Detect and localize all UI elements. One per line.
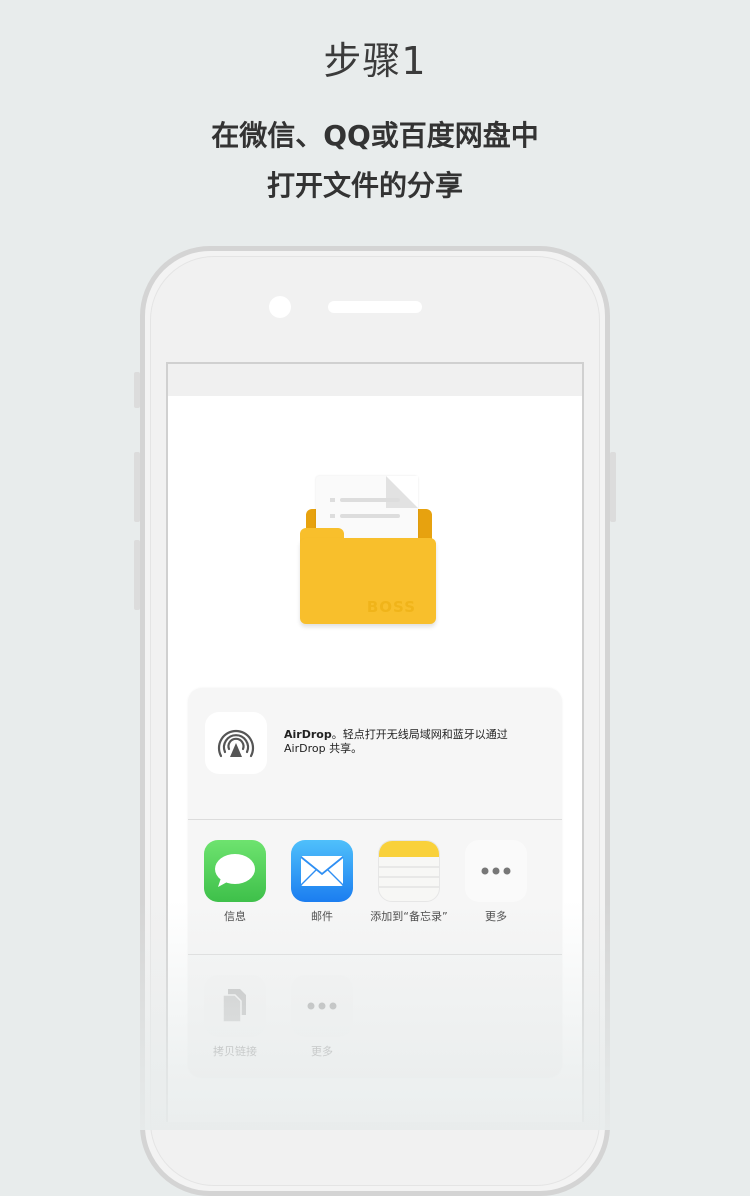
- action-copy-link[interactable]: 拷贝链接: [195, 975, 275, 1058]
- app-label: 更多: [485, 910, 507, 923]
- airdrop-icon[interactable]: [205, 712, 267, 774]
- action-label: 更多: [311, 1045, 333, 1058]
- app-label: 信息: [224, 910, 246, 923]
- action-label: 拷贝链接: [213, 1045, 257, 1058]
- instruction-line-1: 在微信、QQ或百度网盘中: [211, 119, 539, 152]
- more-icon[interactable]: [465, 840, 527, 902]
- app-label: 邮件: [311, 910, 333, 923]
- more-icon[interactable]: [291, 975, 353, 1037]
- volume-down-button: [134, 540, 140, 610]
- app-label: 添加到“备忘录”: [370, 910, 448, 923]
- share-sheet: AirDrop。轻点打开无线局域网和蓝牙以通过 AirDrop 共享。 信息 邮…: [188, 688, 562, 1078]
- copy-icon[interactable]: [204, 975, 266, 1037]
- share-apps-row: 信息 邮件 添加到“备忘录” 更多: [188, 820, 562, 955]
- airdrop-title: AirDrop: [284, 728, 332, 741]
- folder-with-document-icon: BOSS: [298, 476, 438, 624]
- status-bar: [168, 364, 582, 396]
- airdrop-row[interactable]: AirDrop。轻点打开无线局域网和蓝牙以通过 AirDrop 共享。: [188, 688, 562, 820]
- notes-icon[interactable]: [378, 840, 440, 902]
- share-app-messages[interactable]: 信息: [195, 840, 275, 923]
- share-app-notes[interactable]: 添加到“备忘录”: [369, 840, 449, 923]
- airdrop-description: AirDrop。轻点打开无线局域网和蓝牙以通过 AirDrop 共享。: [284, 728, 544, 756]
- front-camera: [269, 296, 291, 318]
- power-button: [610, 452, 616, 522]
- messages-icon[interactable]: [204, 840, 266, 902]
- share-actions-row: 拷贝链接 更多: [188, 955, 562, 1078]
- share-app-mail[interactable]: 邮件: [282, 840, 362, 923]
- action-more[interactable]: 更多: [282, 975, 362, 1058]
- mute-switch: [134, 372, 140, 408]
- folder-front: BOSS: [300, 538, 436, 624]
- folder-brand-label: BOSS: [366, 598, 416, 616]
- earpiece-speaker: [328, 301, 422, 313]
- instruction-line-2: 打开文件的分享: [266, 169, 463, 202]
- mail-icon[interactable]: [291, 840, 353, 902]
- share-app-more[interactable]: 更多: [456, 840, 536, 923]
- step-title: 步骤1: [323, 39, 427, 83]
- volume-up-button: [134, 452, 140, 522]
